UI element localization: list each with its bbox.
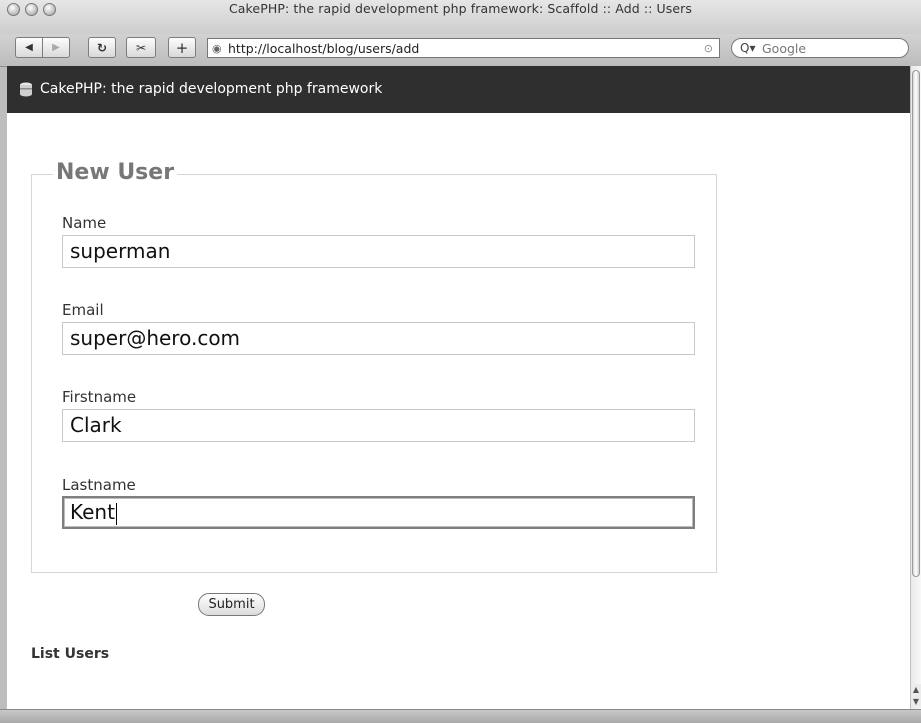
search-field[interactable]: Q▾ Google bbox=[731, 38, 909, 58]
window-titlebar: CakePHP: the rapid development php frame… bbox=[0, 0, 921, 34]
snippet-button[interactable]: ✂ bbox=[126, 37, 156, 58]
firstname-label: Firstname bbox=[62, 388, 137, 406]
lastname-label: Lastname bbox=[62, 476, 136, 494]
reload-icon: ↻ bbox=[96, 40, 108, 55]
snippet-icon: ✂ bbox=[135, 40, 147, 55]
reload-button[interactable]: ↻ bbox=[88, 37, 116, 58]
vertical-scrollbar-thumb[interactable] bbox=[912, 70, 920, 577]
firstname-input-value: Clark bbox=[70, 413, 122, 437]
forward-arrow-icon: ▶ bbox=[52, 42, 60, 53]
stop-reload-icon[interactable]: ⊙ bbox=[704, 39, 713, 58]
email-label: Email bbox=[62, 301, 104, 319]
email-input-value: super@hero.com bbox=[70, 326, 241, 350]
status-bar bbox=[0, 709, 921, 723]
site-header: CakePHP: the rapid development php frame… bbox=[7, 66, 910, 113]
name-input-value: superman bbox=[70, 239, 171, 263]
name-input[interactable]: superman bbox=[62, 235, 695, 268]
lastname-input[interactable]: Kent bbox=[62, 496, 695, 529]
window-title: CakePHP: the rapid development php frame… bbox=[228, 1, 693, 16]
url-text: http://localhost/blog/users/add bbox=[228, 41, 420, 56]
plus-icon: + bbox=[175, 38, 189, 57]
site-icon: ◉ bbox=[212, 42, 222, 55]
cake-logo-icon bbox=[20, 82, 32, 97]
search-placeholder: Google bbox=[762, 41, 807, 56]
browser-toolbar: ◀ ▶ ↻ ✂ + ◉ http://localhost/blog/users/… bbox=[0, 34, 921, 67]
name-label: Name bbox=[62, 214, 107, 232]
scroll-up-arrow-icon[interactable]: ▲ bbox=[911, 684, 921, 696]
site-title-link[interactable]: CakePHP: the rapid development php frame… bbox=[40, 66, 382, 113]
address-bar[interactable]: ◉ http://localhost/blog/users/add ⊙ bbox=[207, 38, 720, 58]
back-arrow-icon: ◀ bbox=[25, 42, 33, 53]
add-bookmark-button[interactable]: + bbox=[168, 37, 196, 58]
email-input[interactable]: super@hero.com bbox=[62, 322, 695, 355]
forward-button[interactable]: ▶ bbox=[42, 37, 70, 58]
firstname-input[interactable]: Clark bbox=[62, 409, 695, 442]
lastname-input-value: Kent bbox=[70, 500, 115, 524]
page-viewport: CakePHP: the rapid development php frame… bbox=[7, 66, 910, 709]
form-legend: New User bbox=[53, 160, 178, 185]
scroll-down-arrow-icon[interactable]: ▼ bbox=[911, 696, 921, 708]
text-caret bbox=[115, 502, 117, 525]
back-button[interactable]: ◀ bbox=[15, 37, 43, 58]
list-users-link[interactable]: List Users bbox=[31, 646, 109, 662]
search-icon: Q▾ bbox=[740, 41, 756, 55]
submit-button[interactable]: Submit bbox=[198, 593, 265, 616]
